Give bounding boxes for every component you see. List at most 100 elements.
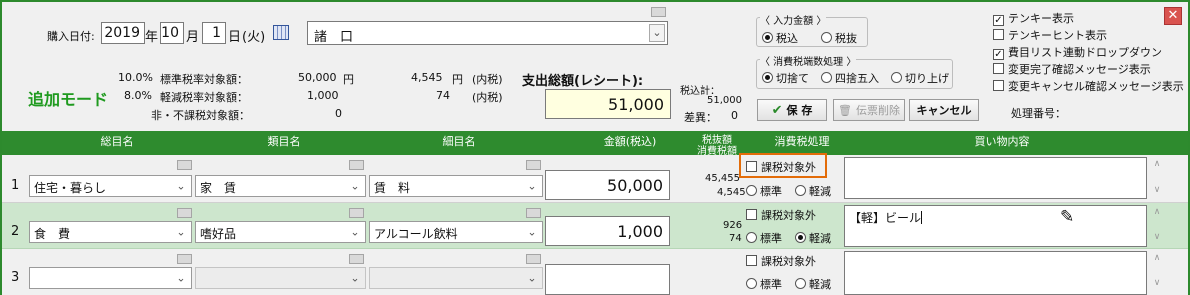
row2-amount-field[interactable]: 1,000 xyxy=(545,216,670,246)
row2-type-mini-button[interactable] xyxy=(349,208,364,218)
text-cursor xyxy=(921,211,923,224)
close-icon[interactable]: ✕ xyxy=(1164,7,1182,25)
chevron-down-icon: ⌄ xyxy=(527,225,537,239)
row3-detail-select[interactable]: ⌄ xyxy=(369,267,543,289)
radio-round-up[interactable]: 切り上げ xyxy=(891,70,949,86)
rate-8: 8.0% xyxy=(124,89,152,102)
total-field[interactable]: 51,000 xyxy=(545,89,671,119)
chevron-down-icon: ⌄ xyxy=(350,225,360,239)
chevron-down-icon: ⌄ xyxy=(649,24,665,42)
cancel-button[interactable]: キャンセル xyxy=(909,99,979,121)
row1-exempt-checkbox[interactable]: 課税対象外 xyxy=(746,159,816,175)
option-linked-dropdown[interactable]: ✓ 費目リスト連動ドロップダウン xyxy=(993,44,1162,60)
select-value: 家 賃 xyxy=(200,181,237,195)
row2-detail-select[interactable]: アルコール飲料 ⌄ xyxy=(369,221,543,243)
option-tenkey[interactable]: ✓ テンキー表示 xyxy=(993,10,1074,26)
row1-radio-standard[interactable]: 標準 xyxy=(746,183,782,199)
scroll-down-icon[interactable]: ∨ xyxy=(1150,185,1164,195)
row3-category-mini-button[interactable] xyxy=(177,254,192,264)
row2-radio-standard[interactable]: 標準 xyxy=(746,230,782,246)
row2-type-select[interactable]: 嗜好品 ⌄ xyxy=(195,221,366,243)
scroll-down-icon[interactable]: ∨ xyxy=(1150,232,1164,242)
radio-round-down[interactable]: 切捨て xyxy=(762,70,809,86)
radio-icon xyxy=(891,72,902,83)
scroll-up-icon[interactable]: ∧ xyxy=(1150,159,1164,169)
select-value: 住宅・暮らし xyxy=(34,181,107,195)
pencil-cursor-icon: ✎ xyxy=(1060,207,1075,227)
radio-icon xyxy=(821,72,832,83)
purchase-date-label: 購入日付: xyxy=(47,30,95,43)
row3-exempt-checkbox[interactable]: 課税対象外 xyxy=(746,253,816,269)
row1-type-select[interactable]: 家 賃 ⌄ xyxy=(195,175,366,197)
checkbox-icon xyxy=(746,255,757,266)
row1-net: 45,455 xyxy=(705,173,740,184)
row1-detail-mini-button[interactable] xyxy=(526,160,541,170)
row3-amount-field[interactable] xyxy=(545,264,670,295)
standard-label: 標準税率対象額： xyxy=(160,73,248,86)
trash-icon: 🗑 xyxy=(838,103,852,117)
row1-amount-field[interactable]: 50,000 xyxy=(545,170,670,200)
row3-radio-reduced[interactable]: 軽減 xyxy=(795,276,831,292)
option-cancel-confirm[interactable]: 変更キャンセル確認メッセージ表示 xyxy=(993,78,1184,94)
row2-detail-mini-button[interactable] xyxy=(526,208,541,218)
month-field[interactable]: 10 xyxy=(160,22,184,44)
row3-type-mini-button[interactable] xyxy=(349,254,364,264)
year-field[interactable]: 2019 xyxy=(101,22,145,44)
row3-memo-field[interactable] xyxy=(844,251,1147,295)
payee-select[interactable]: 諸 口 ⌄ xyxy=(307,21,668,45)
option-tenkey-hint[interactable]: テンキーヒント表示 xyxy=(993,27,1107,43)
row3-radio-standard[interactable]: 標準 xyxy=(746,276,782,292)
header-category: 総目名 xyxy=(100,135,134,148)
row3-detail-mini-button[interactable] xyxy=(526,254,541,264)
radio-tax-inclusive[interactable]: 税込 xyxy=(762,30,798,46)
row2-category-mini-button[interactable] xyxy=(177,208,192,218)
delete-label: 伝票削除 xyxy=(855,104,900,117)
save-button[interactable]: ✔ 保 存 xyxy=(757,99,827,121)
save-label: 保 存 xyxy=(786,104,813,117)
chevron-down-icon: ⌄ xyxy=(176,271,186,285)
row2-category-select[interactable]: 食 費 ⌄ xyxy=(29,221,192,243)
chevron-down-icon: ⌄ xyxy=(350,271,360,285)
exempt-label: 課税対象外 xyxy=(761,255,816,268)
day-field[interactable]: 1 xyxy=(202,22,226,44)
option-label: 変更キャンセル確認メッセージ表示 xyxy=(1008,80,1184,93)
scroll-up-icon[interactable]: ∧ xyxy=(1150,253,1164,263)
mode-label: 追加モード xyxy=(28,90,109,109)
payee-mini-button[interactable] xyxy=(651,7,666,17)
radio-icon xyxy=(746,185,757,196)
row1-category-select[interactable]: 住宅・暮らし ⌄ xyxy=(29,175,192,197)
radio-label: 軽減 xyxy=(809,278,831,291)
scroll-down-icon[interactable]: ∨ xyxy=(1150,278,1164,288)
delete-button[interactable]: 🗑 伝票削除 xyxy=(833,99,905,121)
row3-category-select[interactable]: ⌄ xyxy=(29,267,192,289)
row1-type-mini-button[interactable] xyxy=(349,160,364,170)
calendar-icon[interactable] xyxy=(273,25,289,40)
year-unit: 年 xyxy=(145,30,159,45)
row1-detail-select[interactable]: 賃 料 ⌄ xyxy=(369,175,543,197)
row1-radio-reduced[interactable]: 軽減 xyxy=(795,183,831,199)
row1-memo-field[interactable] xyxy=(844,157,1147,199)
standard-tax-unit: 円 xyxy=(452,73,463,86)
scroll-up-icon[interactable]: ∧ xyxy=(1150,207,1164,217)
row1-tax: 4,545 xyxy=(717,187,746,198)
select-value: アルコール飲料 xyxy=(374,227,458,241)
weekday-label: (火) xyxy=(242,30,266,45)
header-tax-processing: 消費税処理 xyxy=(774,135,830,148)
rate-10: 10.0% xyxy=(118,71,153,84)
radio-tax-exclusive[interactable]: 税抜 xyxy=(821,30,857,46)
day-unit: 日 xyxy=(228,30,242,45)
row3-type-select[interactable]: ⌄ xyxy=(195,267,366,289)
radio-round-half[interactable]: 四捨五入 xyxy=(821,70,879,86)
processing-no-label: 処理番号： xyxy=(1011,107,1066,120)
select-value: 嗜好品 xyxy=(200,227,237,241)
row1-category-mini-button[interactable] xyxy=(177,160,192,170)
memo-text: 【軽】ビール xyxy=(849,211,922,225)
option-change-confirm[interactable]: 変更完了確認メッセージ表示 xyxy=(993,61,1151,77)
chevron-down-icon: ⌄ xyxy=(176,179,186,193)
radio-label: 軽減 xyxy=(809,232,831,245)
row2-radio-reduced[interactable]: 軽減 xyxy=(795,230,831,246)
row2-exempt-checkbox[interactable]: 課税対象外 xyxy=(746,207,816,223)
check-icon: ✔ xyxy=(771,102,783,118)
row2-memo-field[interactable]: 【軽】ビール xyxy=(844,205,1147,247)
checkbox-icon xyxy=(993,63,1004,74)
